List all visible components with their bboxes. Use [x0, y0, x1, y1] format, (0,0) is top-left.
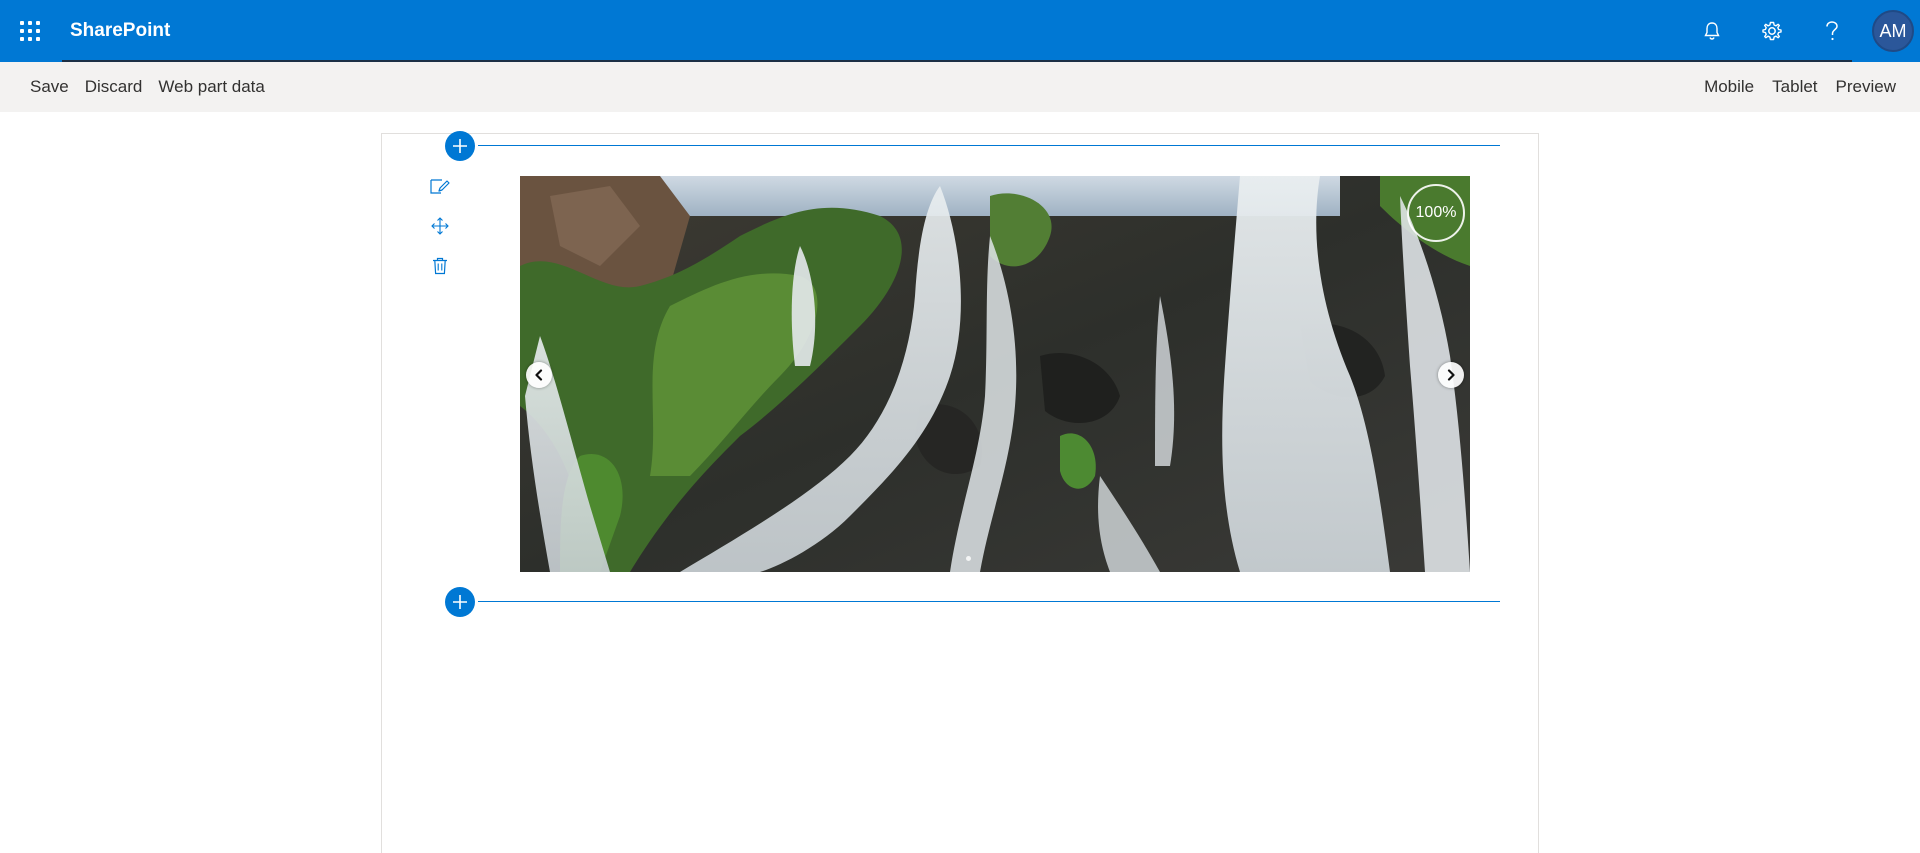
help-icon[interactable] — [1802, 0, 1862, 62]
add-section-line-bottom — [478, 601, 1500, 602]
add-webpart-button-top[interactable] — [445, 131, 475, 161]
waffle-icon[interactable] — [0, 0, 60, 62]
chevron-right-icon[interactable] — [1438, 362, 1464, 388]
carousel-dot[interactable] — [966, 556, 971, 561]
delete-icon[interactable] — [428, 254, 452, 278]
preview-button[interactable]: Preview — [1827, 62, 1905, 112]
plus-icon — [453, 139, 467, 153]
edit-icon[interactable] — [428, 175, 452, 199]
app-title[interactable]: SharePoint — [70, 20, 170, 42]
plus-icon — [453, 595, 467, 609]
waterfall-image — [520, 176, 1470, 572]
move-icon[interactable] — [428, 214, 452, 238]
chevron-left-icon[interactable] — [526, 362, 552, 388]
gear-icon[interactable] — [1742, 0, 1802, 62]
avatar[interactable]: AM — [1872, 10, 1914, 52]
suite-bar: SharePoint AM — [0, 0, 1920, 62]
add-webpart-button-bottom[interactable] — [445, 587, 475, 617]
web-part-data-button[interactable]: Web part data — [150, 62, 272, 112]
save-button[interactable]: Save — [22, 62, 77, 112]
add-section-line-top — [478, 145, 1500, 146]
discard-button[interactable]: Discard — [77, 62, 151, 112]
image-carousel[interactable]: 100% — [520, 176, 1470, 572]
command-bar: Save Discard Web part data Mobile Tablet… — [0, 62, 1920, 112]
zoom-level-badge[interactable]: 100% — [1407, 184, 1465, 242]
mobile-button[interactable]: Mobile — [1695, 62, 1763, 112]
bell-icon[interactable] — [1682, 0, 1742, 62]
tablet-button[interactable]: Tablet — [1763, 62, 1826, 112]
